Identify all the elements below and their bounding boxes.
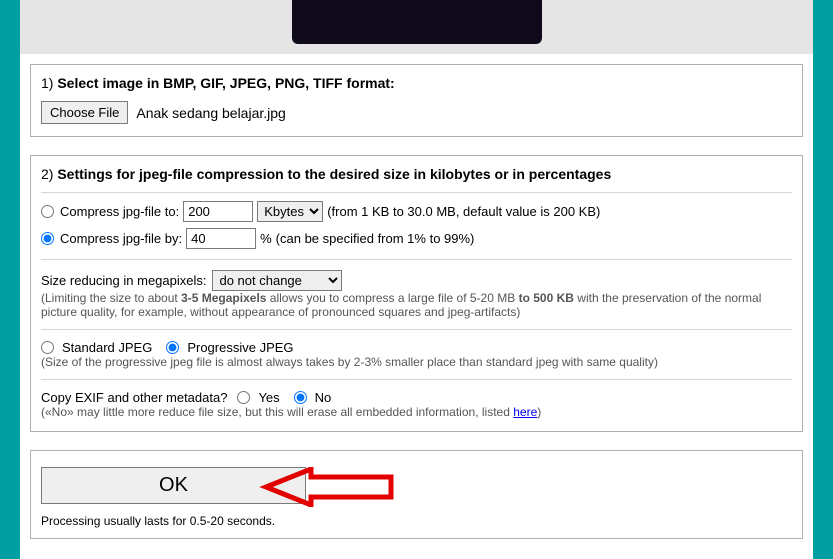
section-1-number: 1) bbox=[41, 75, 53, 91]
progressive-jpeg-radio[interactable] bbox=[166, 341, 179, 354]
compress-to-input[interactable] bbox=[183, 201, 253, 222]
choose-file-button[interactable]: Choose File bbox=[41, 101, 128, 124]
section-2-heading: Settings for jpeg-file compression to th… bbox=[57, 166, 611, 182]
exif-yes-label: Yes bbox=[258, 390, 279, 405]
compress-by-input[interactable] bbox=[186, 228, 256, 249]
exif-label: Copy EXIF and other metadata? bbox=[41, 390, 227, 405]
exif-no-radio[interactable] bbox=[294, 391, 307, 404]
divider bbox=[41, 379, 792, 380]
exif-row: Copy EXIF and other metadata? Yes No bbox=[41, 390, 792, 405]
jpeg-type-block: Standard JPEG Progressive JPEG (Size of … bbox=[41, 340, 792, 369]
resize-label: Size reducing in megapixels: bbox=[41, 273, 206, 288]
section-2-title: 2) Settings for jpeg-file compression to… bbox=[41, 166, 792, 182]
compress-by-label: Compress jpg-file by: bbox=[60, 231, 182, 246]
ok-button[interactable]: OK bbox=[41, 467, 306, 504]
compress-by-pct: % bbox=[260, 231, 272, 246]
selected-filename: Anak sedang belajar.jpg bbox=[136, 105, 285, 121]
exif-no-label: No bbox=[315, 390, 332, 405]
standard-jpeg-label: Standard JPEG bbox=[62, 340, 152, 355]
jpeg-type-row: Standard JPEG Progressive JPEG bbox=[41, 340, 792, 355]
compress-to-unit-select[interactable]: Kbytes bbox=[257, 201, 323, 222]
section-2-number: 2) bbox=[41, 166, 53, 182]
section-1-title: 1) Select image in BMP, GIF, JPEG, PNG, … bbox=[41, 75, 792, 91]
submit-box: OK Processing usually lasts for 0.5-20 s… bbox=[30, 450, 803, 539]
compress-by-radio[interactable] bbox=[41, 232, 54, 245]
file-input-row: Choose File Anak sedang belajar.jpg bbox=[41, 101, 792, 124]
section-1-box: 1) Select image in BMP, GIF, JPEG, PNG, … bbox=[30, 64, 803, 137]
compress-by-row: Compress jpg-file by: % (can be specifie… bbox=[41, 228, 792, 249]
exif-note: («No» may little more reduce file size, … bbox=[41, 405, 792, 419]
resize-block: Size reducing in megapixels: do not chan… bbox=[41, 270, 792, 319]
compress-to-hint: (from 1 KB to 30.0 MB, default value is … bbox=[327, 204, 600, 219]
exif-block: Copy EXIF and other metadata? Yes No («N… bbox=[41, 390, 792, 419]
main-content: 1) Select image in BMP, GIF, JPEG, PNG, … bbox=[20, 54, 813, 559]
progressive-jpeg-label: Progressive JPEG bbox=[187, 340, 293, 355]
resize-select[interactable]: do not change bbox=[212, 270, 342, 291]
compress-to-row: Compress jpg-file to: Kbytes (from 1 KB … bbox=[41, 201, 792, 222]
compress-by-hint: (can be specified from 1% to 99%) bbox=[276, 231, 475, 246]
exif-here-link[interactable]: here bbox=[513, 405, 537, 419]
divider bbox=[41, 329, 792, 330]
compress-to-radio[interactable] bbox=[41, 205, 54, 218]
divider bbox=[41, 259, 792, 260]
standard-jpeg-radio[interactable] bbox=[41, 341, 54, 354]
resize-note: (Limiting the size to about 3-5 Megapixe… bbox=[41, 291, 792, 319]
processing-note: Processing usually lasts for 0.5-20 seco… bbox=[41, 514, 792, 528]
section-2-box: 2) Settings for jpeg-file compression to… bbox=[30, 155, 803, 432]
section-1-heading: Select image in BMP, GIF, JPEG, PNG, TIF… bbox=[57, 75, 394, 91]
exif-yes-radio[interactable] bbox=[237, 391, 250, 404]
top-dark-ad-box bbox=[292, 0, 542, 44]
divider bbox=[41, 192, 792, 193]
resize-row: Size reducing in megapixels: do not chan… bbox=[41, 270, 792, 291]
jpeg-type-note: (Size of the progressive jpeg file is al… bbox=[41, 355, 792, 369]
compress-to-label: Compress jpg-file to: bbox=[60, 204, 179, 219]
page-container: 1) Select image in BMP, GIF, JPEG, PNG, … bbox=[20, 0, 813, 559]
